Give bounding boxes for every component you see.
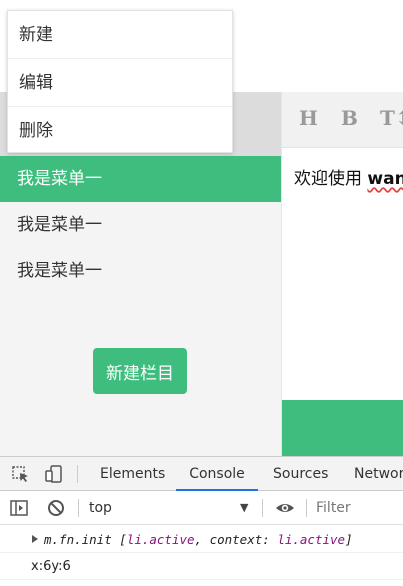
log-object-name: m.fn.init xyxy=(44,532,112,547)
log-bracket-open: [ xyxy=(119,532,127,547)
inspect-element-icon[interactable] xyxy=(10,463,32,485)
font-size-icon[interactable]: T↕ xyxy=(380,106,403,130)
tab-network[interactable]: Network xyxy=(354,457,403,491)
tab-sources[interactable]: Sources xyxy=(273,457,328,491)
log-item-2: li.active xyxy=(277,532,346,547)
sidebar-item-1[interactable]: 我是菜单一 xyxy=(0,156,281,202)
new-column-button[interactable]: 新建栏目 xyxy=(93,348,187,394)
editor-footer-bar xyxy=(282,400,403,456)
editor-text-prefix: 欢迎使用 xyxy=(294,169,368,189)
console-toolbar-divider xyxy=(78,499,79,517)
context-menu: 新建 编辑 删除 xyxy=(7,10,233,153)
heading-icon[interactable]: H xyxy=(299,106,318,130)
bold-icon[interactable]: B xyxy=(341,106,358,130)
editor-content[interactable]: 欢迎使用 wan xyxy=(294,164,403,189)
context-selector-value: top xyxy=(89,500,112,516)
editor-panel: H B T↕ 欢迎使用 wan xyxy=(281,92,403,456)
dropdown-arrow-icon[interactable]: ▼ xyxy=(240,491,248,525)
devtools-tabbar: Elements Console Sources Network xyxy=(0,457,403,491)
context-menu-delete[interactable]: 删除 xyxy=(8,106,232,154)
sidebar-item-2[interactable]: 我是菜单一 xyxy=(0,202,281,248)
context-menu-edit[interactable]: 编辑 xyxy=(8,58,232,106)
eye-icon[interactable] xyxy=(274,497,296,519)
console-toolbar-divider-3 xyxy=(306,499,307,517)
console-toolbar-divider-2 xyxy=(262,499,263,517)
context-menu-new[interactable]: 新建 xyxy=(8,11,232,59)
tab-console[interactable]: Console xyxy=(176,457,258,491)
clear-console-icon[interactable] xyxy=(45,497,67,519)
editor-toolbar: H B T↕ xyxy=(282,92,403,148)
expand-triangle-icon[interactable] xyxy=(32,535,38,543)
devtools-panel: Elements Console Sources Network top ▼ xyxy=(0,456,403,586)
editor-text-bold: wan xyxy=(367,169,403,189)
sidebar-toggle-icon[interactable] xyxy=(8,497,30,519)
console-toolbar: top ▼ xyxy=(0,491,403,525)
console-filter-input[interactable] xyxy=(316,496,403,520)
console-log-entry[interactable]: m.fn.init [li.active, context: li.active… xyxy=(0,527,403,553)
tab-elements[interactable]: Elements xyxy=(100,457,165,491)
sidebar-item-3[interactable]: 我是菜单一 xyxy=(0,248,281,294)
console-log-entry-2: x:6y:6 xyxy=(0,554,403,580)
sidebar: 我是菜单一 我是菜单一 我是菜单一 新建栏目 xyxy=(0,156,281,456)
log-item-1: li.active xyxy=(126,532,195,547)
log-context-label: , context: xyxy=(194,532,278,547)
context-selector[interactable]: top xyxy=(89,491,257,525)
device-toolbar-icon[interactable] xyxy=(43,463,65,485)
log-bracket-close: ] xyxy=(345,532,353,547)
tabbar-divider xyxy=(77,465,78,483)
